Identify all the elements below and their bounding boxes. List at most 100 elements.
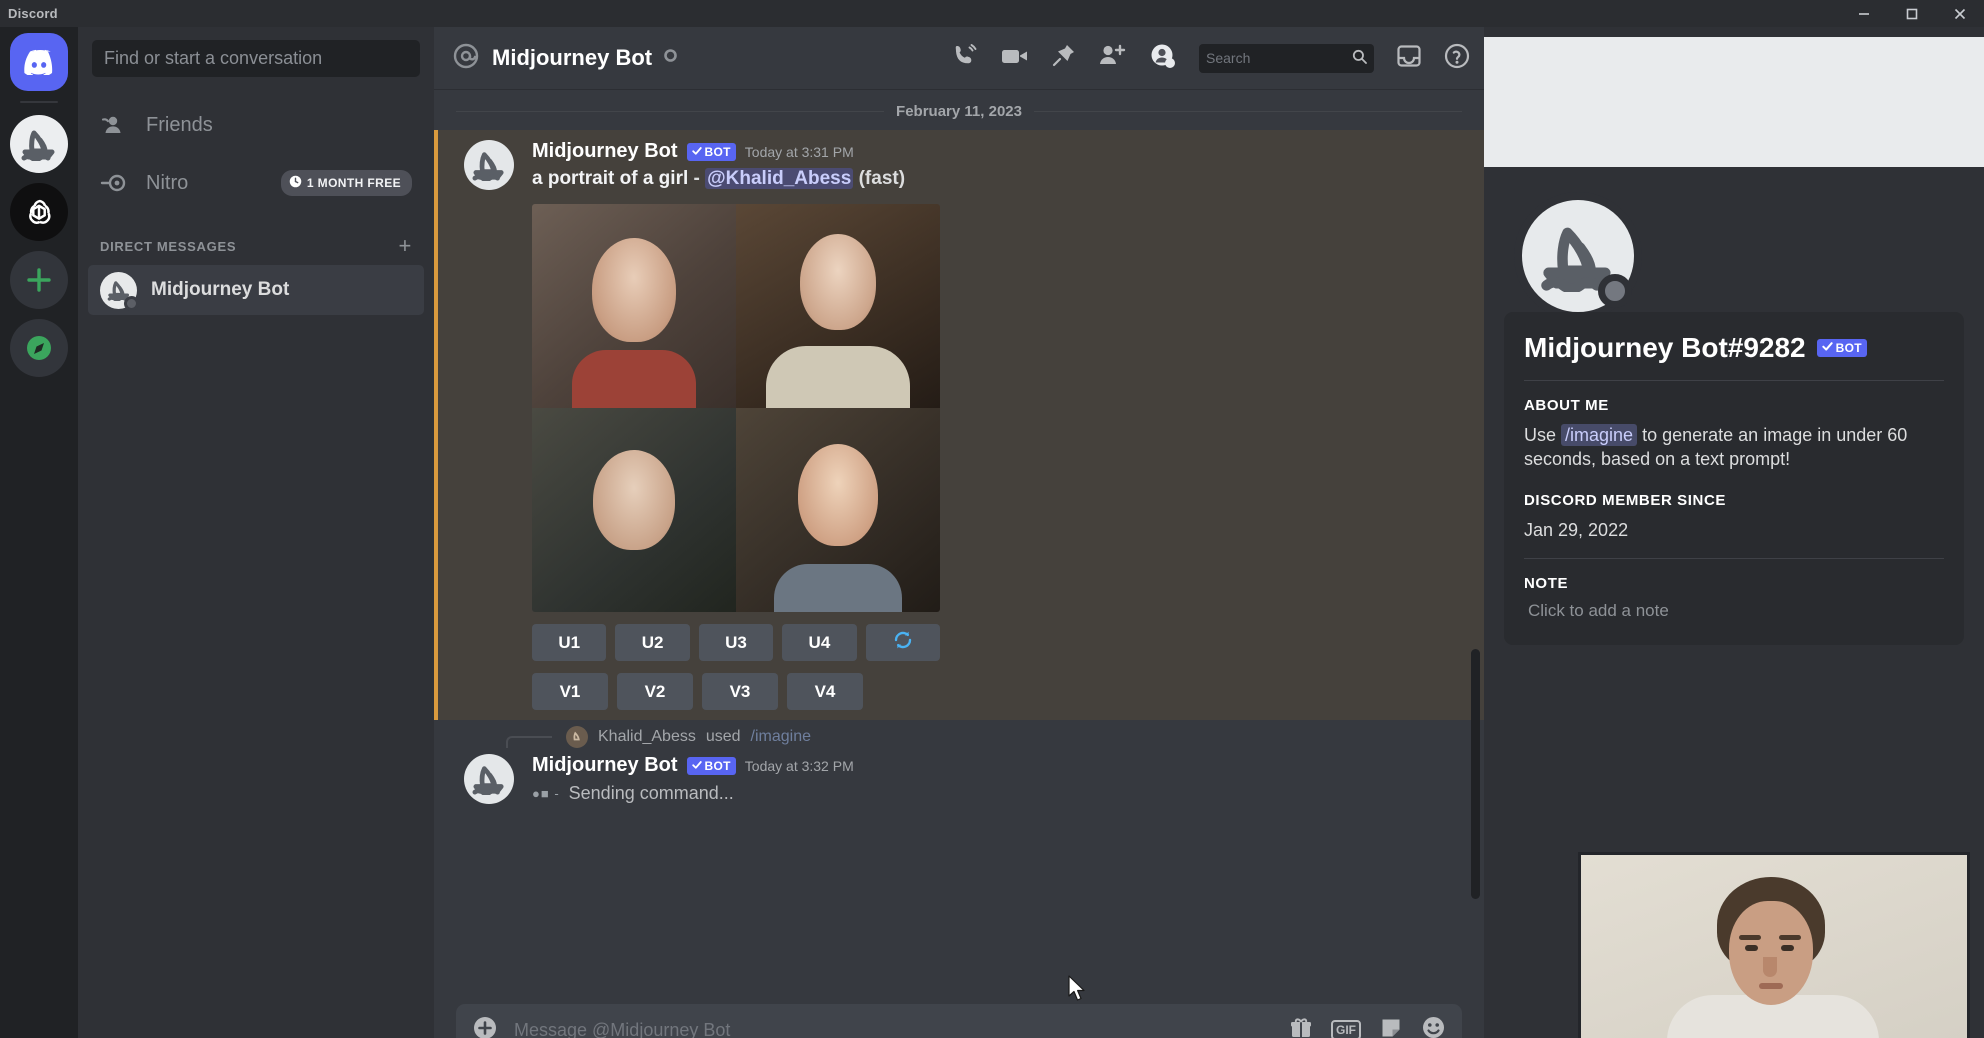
upscale-button-u2[interactable]: U2 <box>615 624 689 661</box>
nitro-badge[interactable]: 1 MONTH FREE <box>281 170 412 196</box>
profile-avatar[interactable] <box>1514 192 1642 320</box>
upscale-button-row: U1 U2 U3 U4 <box>532 624 940 661</box>
image-grid-container: U1 U2 U3 U4 <box>532 204 940 710</box>
app-body: Find or start a conversation Friends <box>0 27 1984 1038</box>
call-icon[interactable] <box>951 42 978 74</box>
system-user[interactable]: Khalid_Abess <box>598 728 696 746</box>
date-divider: February 11, 2023 <box>456 103 1462 120</box>
grid-tile-2[interactable] <box>736 204 940 408</box>
chat-column: Midjourney Bot <box>434 27 1484 1038</box>
message-header: Midjourney Bot BOT Today at 3:32 PM <box>532 754 1462 777</box>
section-body-member-since: Jan 29, 2022 <box>1524 518 1944 542</box>
video-icon[interactable] <box>1000 44 1029 73</box>
prompt-text: a portrait of a girl <box>532 168 688 189</box>
add-friend-icon[interactable] <box>1098 43 1127 73</box>
variation-button-v2[interactable]: V2 <box>617 673 693 710</box>
composer-input-wrapper[interactable]: Message @Midjourney Bot GIF <box>456 1004 1462 1038</box>
bot-tag: BOT <box>687 757 736 775</box>
grid-tile-4[interactable] <box>736 408 940 612</box>
message-author[interactable]: Midjourney Bot <box>532 140 678 163</box>
dm-search-container: Find or start a conversation <box>78 27 434 89</box>
pin-icon[interactable] <box>1051 43 1076 73</box>
profile-section-member-since: DISCORD MEMBER SINCE Jan 29, 2022 <box>1524 492 1944 542</box>
dm-item-midjourney-bot[interactable]: Midjourney Bot <box>88 265 424 315</box>
close-button[interactable] <box>1936 0 1984 27</box>
bot-tag: BOT <box>687 143 736 161</box>
message-prompt: a portrait of a girl - @Khalid_Abess (fa… <box>532 168 1462 190</box>
avatar <box>100 272 137 309</box>
member-list-icon[interactable] <box>1149 43 1177 74</box>
composer-actions: GIF <box>1289 1015 1446 1038</box>
upscale-button-u4[interactable]: U4 <box>782 624 856 661</box>
clock-icon <box>289 175 302 191</box>
sidebar-item-label-nitro: Nitro <box>146 172 188 195</box>
gif-icon[interactable]: GIF <box>1331 1020 1361 1038</box>
sidebar-item-label-friends: Friends <box>146 114 213 137</box>
system-command-line: Khalid_Abess used /imagine <box>434 720 1484 750</box>
message-author[interactable]: Midjourney Bot <box>532 754 678 777</box>
profile-divider <box>1524 380 1944 381</box>
message-list[interactable]: February 11, 2023 <box>434 89 1484 998</box>
message-item[interactable]: Midjourney Bot BOT Today at 3:32 PM ●■ - <box>434 750 1484 814</box>
divider-line-left <box>456 111 884 112</box>
sidebar-item-friends[interactable]: Friends <box>88 99 424 151</box>
avatar[interactable] <box>464 140 514 190</box>
variation-button-v4[interactable]: V4 <box>787 673 863 710</box>
server-rail-item-openai[interactable] <box>10 183 68 241</box>
sailboat-icon <box>570 731 584 743</box>
server-rail-item-midjourney[interactable] <box>10 115 68 173</box>
plus-icon <box>24 265 54 295</box>
composer: Message @Midjourney Bot GIF <box>434 998 1484 1038</box>
maximize-button[interactable] <box>1888 0 1936 27</box>
profile-username-text: Midjourney Bot#9282 <box>1524 332 1806 364</box>
plus-circle-icon[interactable] <box>472 1015 498 1038</box>
dm-item-label: Midjourney Bot <box>151 279 289 301</box>
reroll-button[interactable] <box>866 624 940 661</box>
gift-icon[interactable] <box>1289 1016 1313 1038</box>
variation-button-v3[interactable]: V3 <box>702 673 778 710</box>
emoji-icon[interactable] <box>1421 1015 1446 1038</box>
title-bar: Discord <box>0 0 1984 27</box>
bot-tag: BOT <box>1817 339 1867 357</box>
server-rail-item-home[interactable] <box>10 33 68 91</box>
message-scrollbar[interactable] <box>1471 649 1480 899</box>
search-input[interactable]: Search <box>1199 44 1374 73</box>
user-mention[interactable]: @Khalid_Abess <box>705 168 853 189</box>
find-conversation-input[interactable]: Find or start a conversation <box>92 40 420 77</box>
avatar[interactable] <box>464 754 514 804</box>
variation-button-v1[interactable]: V1 <box>532 673 608 710</box>
reply-arrow-icon <box>506 736 552 748</box>
profile-divider-2 <box>1524 558 1944 559</box>
upscale-button-u3[interactable]: U3 <box>699 624 773 661</box>
server-rail-item-add-server[interactable] <box>10 251 68 309</box>
help-icon[interactable] <box>1444 43 1470 74</box>
bot-tag-label: BOT <box>1836 341 1862 355</box>
bot-tag-label: BOT <box>705 145 731 159</box>
message-content: ●■ - Sending command... <box>532 783 1462 804</box>
webcam-overlay <box>1578 852 1970 1038</box>
upscale-button-u1[interactable]: U1 <box>532 624 606 661</box>
message-item[interactable]: Midjourney Bot BOT Today at 3:31 PM a po… <box>434 130 1484 720</box>
sidebar-item-nitro[interactable]: Nitro 1 MONTH FREE <box>88 157 424 209</box>
grid-tile-3[interactable] <box>532 408 736 612</box>
status-badge <box>1598 274 1632 308</box>
server-rail <box>0 27 78 1038</box>
profile-card: Midjourney Bot#9282 BOT ABOUT ME Use /im… <box>1504 312 1964 645</box>
grid-tile-1[interactable] <box>532 204 736 408</box>
message-input[interactable]: Message @Midjourney Bot <box>514 1020 1273 1038</box>
server-rail-item-explore[interactable] <box>10 319 68 377</box>
section-heading-about: ABOUT ME <box>1524 397 1944 414</box>
create-dm-button[interactable]: + <box>398 235 412 257</box>
profile-username: Midjourney Bot#9282 BOT <box>1524 332 1944 364</box>
openai-logo-icon <box>20 193 58 231</box>
generated-image-grid[interactable] <box>532 204 940 612</box>
inbox-icon[interactable] <box>1396 44 1422 73</box>
minimize-button[interactable] <box>1840 0 1888 27</box>
note-input[interactable]: Click to add a note <box>1524 601 1944 621</box>
system-action: used <box>706 728 741 746</box>
variation-button-row: V1 V2 V3 V4 <box>532 673 940 710</box>
webcam-person-face <box>1729 901 1813 1005</box>
nitro-icon <box>100 172 128 194</box>
system-command[interactable]: /imagine <box>751 728 811 746</box>
sticker-icon[interactable] <box>1379 1016 1403 1038</box>
